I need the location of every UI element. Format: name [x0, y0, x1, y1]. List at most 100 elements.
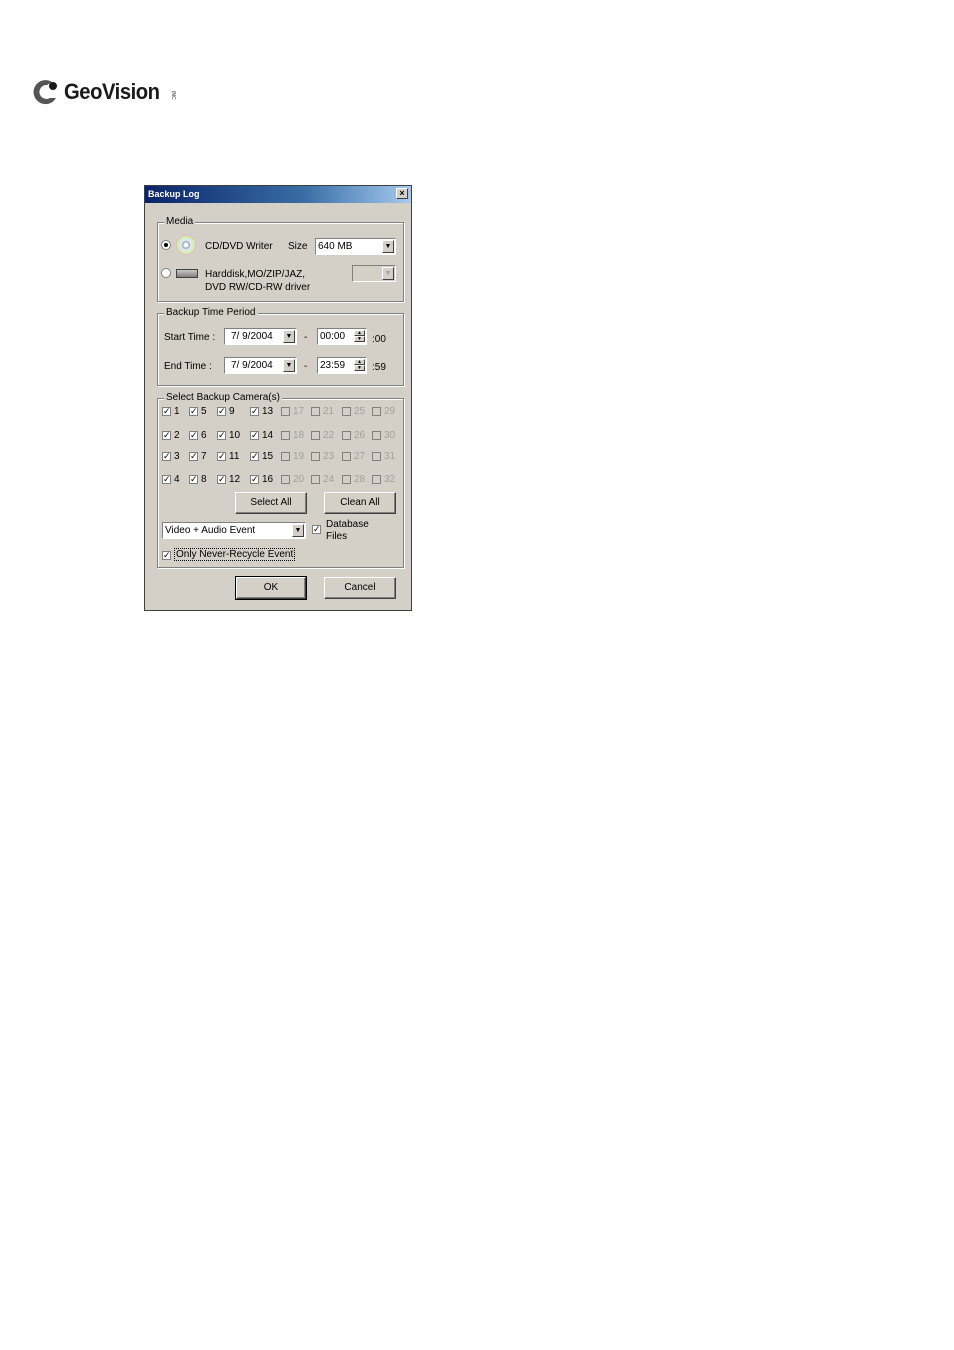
camera-8-label[interactable]: 8: [201, 475, 207, 485]
camera-32-checkbox: [372, 475, 381, 484]
camera-7-checkbox[interactable]: ✓: [189, 452, 198, 461]
camera-20-checkbox: [281, 475, 290, 484]
camera-31-checkbox: [372, 452, 381, 461]
backup-time-period-group: Backup Time Period: [157, 307, 404, 386]
camera-8-checkbox[interactable]: ✓: [189, 475, 198, 484]
chevron-down-icon[interactable]: ▼: [292, 524, 304, 537]
camera-30-checkbox: [372, 431, 381, 440]
camera-19-checkbox: [281, 452, 290, 461]
camera-16-label[interactable]: 16: [262, 475, 273, 485]
camera-13-label[interactable]: 13: [262, 407, 273, 417]
chevron-down-icon[interactable]: ▼: [382, 240, 394, 253]
harddisk-radio[interactable]: [161, 268, 171, 278]
camera-3-checkbox[interactable]: ✓: [162, 452, 171, 461]
database-files-checkbox[interactable]: ✓: [312, 525, 321, 534]
camera-9-label[interactable]: 9: [229, 407, 235, 417]
camera-14-checkbox[interactable]: ✓: [250, 431, 259, 440]
camera-15-label[interactable]: 15: [262, 452, 273, 462]
geovision-logo-icon: [30, 76, 62, 108]
cd-dvd-radio[interactable]: [161, 240, 171, 250]
never-recycle-checkbox[interactable]: ✓: [162, 551, 171, 560]
close-button[interactable]: ×: [396, 188, 408, 199]
camera-1-label[interactable]: 1: [174, 407, 180, 417]
spin-down-icon[interactable]: ▼: [354, 365, 365, 371]
cancel-button[interactable]: Cancel: [324, 577, 396, 599]
logo-trademark: INC: [169, 90, 176, 100]
start-seconds: :00: [372, 334, 386, 345]
camera-17-checkbox: [281, 407, 290, 416]
camera-26-checkbox: [342, 431, 351, 440]
harddisk-label-line2[interactable]: DVD RW/CD-RW driver: [205, 282, 310, 293]
clean-all-button[interactable]: Clean All: [324, 492, 396, 514]
chevron-down-icon[interactable]: ▼: [382, 267, 394, 280]
camera-3-label[interactable]: 3: [174, 452, 180, 462]
start-time-label: Start Time :: [164, 332, 216, 343]
camera-21-label: 21: [323, 406, 335, 417]
camera-4-checkbox[interactable]: ✓: [162, 475, 171, 484]
end-seconds: :59: [372, 362, 386, 373]
camera-28-checkbox: [342, 475, 351, 484]
event-type-select[interactable]: Video + Audio Event ▼: [162, 522, 306, 539]
camera-24-label: 24: [323, 474, 335, 485]
camera-25-label: 25: [354, 406, 366, 417]
end-time-spinner[interactable]: 23:59 ▲ ▼: [317, 357, 367, 374]
camera-21-checkbox: [311, 407, 320, 416]
camera-30-label: 30: [384, 430, 396, 441]
camera-6-checkbox[interactable]: ✓: [189, 431, 198, 440]
camera-4-label[interactable]: 4: [174, 475, 180, 485]
database-files-label-line2[interactable]: Files: [326, 531, 347, 542]
chevron-down-icon[interactable]: ▼: [283, 330, 295, 343]
start-date-picker[interactable]: 7/ 9/2004 ▼: [224, 328, 297, 345]
camera-7-label[interactable]: 7: [201, 452, 207, 462]
end-time-label: End Time :: [164, 361, 212, 372]
backup-time-period-label: Backup Time Period: [164, 307, 258, 318]
ok-button[interactable]: OK: [235, 576, 307, 600]
camera-13-checkbox[interactable]: ✓: [250, 407, 259, 416]
chevron-down-icon[interactable]: ▼: [283, 359, 295, 372]
drive-select[interactable]: ▼: [352, 265, 396, 282]
start-date-value: 7/ 9/2004: [231, 331, 273, 342]
camera-26-label: 26: [354, 430, 366, 441]
never-recycle-label[interactable]: Only Never-Recycle Event: [173, 548, 296, 561]
select-all-button[interactable]: Select All: [235, 492, 307, 514]
camera-23-label: 23: [323, 451, 335, 462]
spin-down-icon[interactable]: ▼: [354, 336, 365, 342]
harddisk-icon: [176, 269, 198, 278]
camera-11-label[interactable]: 11: [229, 452, 239, 462]
camera-18-checkbox: [281, 431, 290, 440]
harddisk-label-line1[interactable]: Harddisk,MO/ZIP/JAZ,: [205, 269, 305, 280]
start-time-spinner[interactable]: 00:00 ▲ ▼: [317, 328, 367, 345]
camera-31-label: 31: [384, 451, 396, 462]
camera-27-label: 27: [354, 451, 366, 462]
logo-text: GeoVision: [64, 79, 160, 104]
camera-11-checkbox[interactable]: ✓: [217, 452, 226, 461]
title-bar[interactable]: Backup Log ×: [145, 186, 411, 203]
camera-5-checkbox[interactable]: ✓: [189, 407, 198, 416]
geovision-logo: GeoVision INC: [30, 74, 176, 110]
camera-12-checkbox[interactable]: ✓: [217, 475, 226, 484]
camera-16-checkbox[interactable]: ✓: [250, 475, 259, 484]
camera-22-checkbox: [311, 431, 320, 440]
camera-14-label[interactable]: 14: [262, 431, 273, 441]
cd-dvd-label[interactable]: CD/DVD Writer: [205, 241, 273, 252]
size-label: Size: [288, 241, 308, 252]
camera-29-label: 29: [384, 406, 396, 417]
camera-12-label[interactable]: 12: [229, 475, 240, 485]
camera-6-label[interactable]: 6: [201, 431, 207, 441]
dialog-title: Backup Log: [148, 189, 200, 199]
camera-9-checkbox[interactable]: ✓: [217, 407, 226, 416]
camera-2-checkbox[interactable]: ✓: [162, 431, 171, 440]
end-date-picker[interactable]: 7/ 9/2004 ▼: [224, 357, 297, 374]
camera-29-checkbox: [372, 407, 381, 416]
camera-2-label[interactable]: 2: [174, 431, 180, 441]
camera-5-label[interactable]: 5: [201, 407, 207, 417]
camera-15-checkbox[interactable]: ✓: [250, 452, 259, 461]
database-files-label-line1[interactable]: Database: [326, 519, 369, 530]
camera-10-checkbox[interactable]: ✓: [217, 431, 226, 440]
camera-1-checkbox[interactable]: ✓: [162, 407, 171, 416]
event-type-value: Video + Audio Event: [165, 525, 256, 536]
camera-10-label[interactable]: 10: [229, 431, 240, 441]
size-select[interactable]: 640 MB ▼: [315, 238, 396, 255]
media-group-label: Media: [164, 216, 196, 227]
camera-32-label: 32: [384, 474, 396, 485]
